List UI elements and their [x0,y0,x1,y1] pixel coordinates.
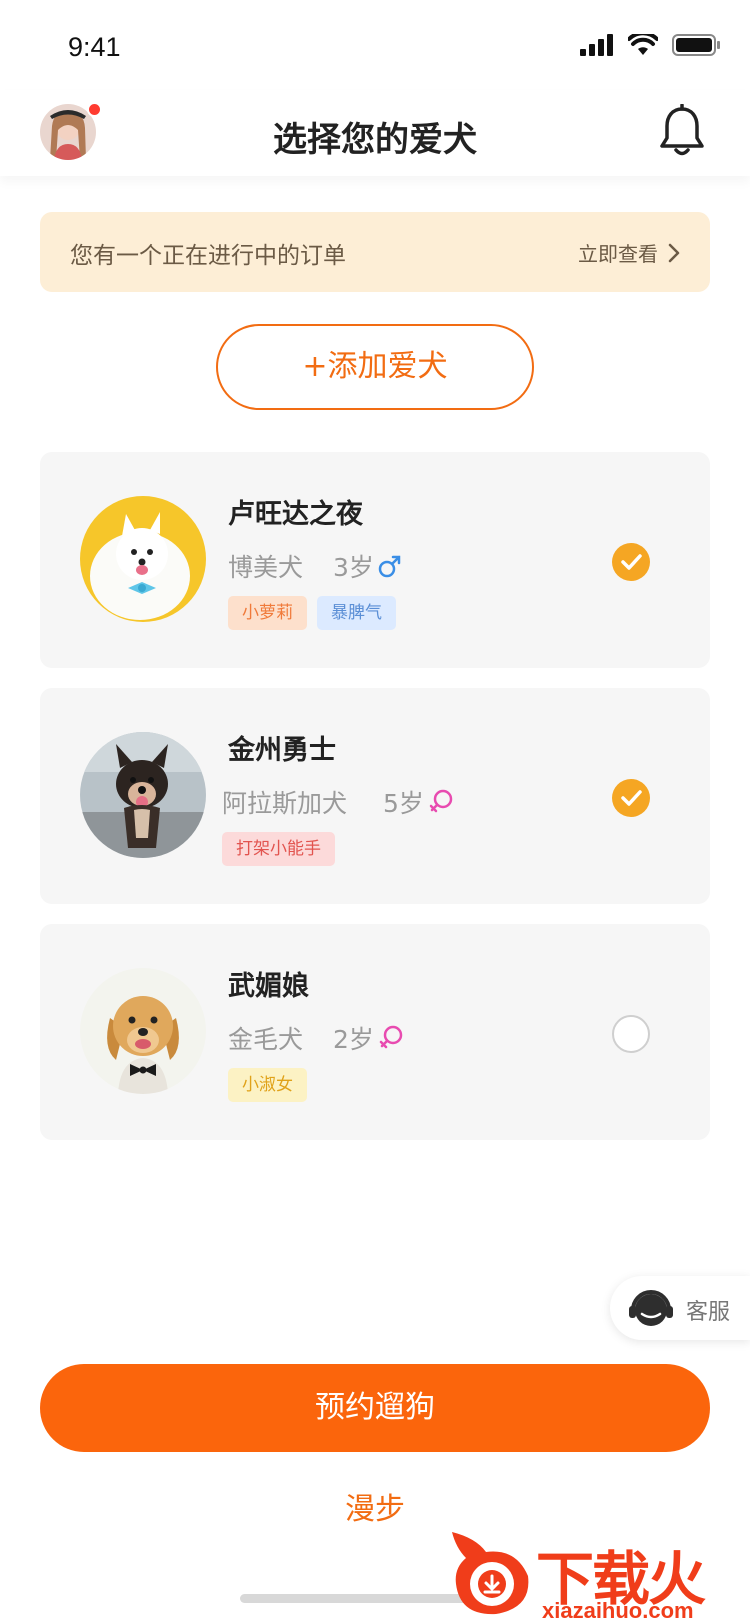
dog-name: 武媚娘 [228,971,309,1002]
dog-age-value: 5岁 [383,789,424,818]
view-order-link[interactable]: 立即查看 [578,238,680,267]
battery-icon [672,34,720,56]
dog-card[interactable]: 卢旺达之夜 博美犬 3岁 小萝莉 暴脾气 [40,452,710,668]
dog-meta: 金毛犬 2岁 [228,1020,404,1056]
dog-tag: 打架小能手 [222,832,335,866]
select-checkbox[interactable] [612,543,650,581]
dog-name: 金州勇士 [228,735,336,766]
stroll-link[interactable]: 漫步 [0,1484,750,1528]
dog-age: 5岁 [383,784,454,820]
dog-age-value: 2岁 [333,1025,374,1054]
dog-photo [80,496,206,622]
female-icon [429,789,453,813]
headset-icon [629,1290,673,1326]
nav-header: 选择您的爱犬 [0,90,750,176]
watermark-logo: 下载火 xiazaihuo.com [446,1528,750,1624]
dog-name: 卢旺达之夜 [228,499,363,530]
dog-tags: 小淑女 [228,1068,307,1102]
check-icon [621,790,642,806]
customer-service-button[interactable]: 客服 [610,1276,750,1340]
check-icon [621,554,642,570]
status-bar: 9:41 [0,0,750,90]
dog-photo [80,732,206,858]
wifi-icon [628,34,658,55]
signal-icon [580,34,613,56]
dog-tags: 打架小能手 [222,832,335,866]
order-banner[interactable]: 您有一个正在进行中的订单 立即查看 [40,212,710,292]
dog-meta: 阿拉斯加犬 5岁 [222,784,454,820]
female-icon [379,1025,403,1049]
flame-logo-icon [452,1532,529,1615]
male-icon [378,555,401,578]
chevron-right-icon [668,243,680,262]
dog-tag: 小萝莉 [228,596,307,630]
dog-breed: 博美犬 [228,553,304,582]
order-banner-text: 您有一个正在进行中的订单 [70,243,346,269]
dog-age-value: 3岁 [333,553,374,582]
dog-card[interactable]: 武媚娘 金毛犬 2岁 小淑女 [40,924,710,1140]
dog-tag: 暴脾气 [317,596,396,630]
dog-meta: 博美犬 3岁 [228,548,402,584]
dog-photo [80,968,206,1094]
dog-breed: 阿拉斯加犬 [222,789,348,818]
dog-age: 2岁 [333,1020,404,1056]
page-title: 选择您的爱犬 [273,120,477,160]
dog-breed: 金毛犬 [228,1025,304,1054]
bell-icon[interactable] [658,104,706,160]
dog-card[interactable]: 金州勇士 阿拉斯加犬 5岁 打架小能手 [40,688,710,904]
dog-tags: 小萝莉 暴脾气 [228,596,396,630]
customer-service-label: 客服 [686,1300,731,1325]
dog-age: 3岁 [333,548,402,584]
status-time: 9:41 [68,32,121,62]
view-order-label: 立即查看 [578,242,658,266]
watermark-url: xiazaihuo.com [542,1598,694,1623]
status-icons [580,34,720,56]
book-walk-button[interactable]: 预约遛狗 [40,1364,710,1452]
select-checkbox[interactable] [612,779,650,817]
add-dog-button[interactable]: +添加爱犬 [216,324,534,410]
dog-tag: 小淑女 [228,1068,307,1102]
select-checkbox[interactable] [612,1015,650,1053]
